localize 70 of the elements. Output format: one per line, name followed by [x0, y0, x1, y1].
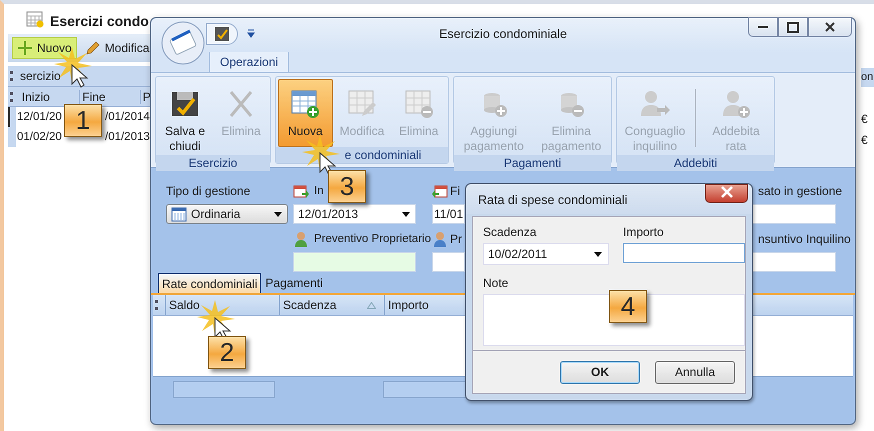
field-label: Pr	[450, 232, 462, 246]
field-label: Scadenza	[483, 225, 538, 239]
field-label: Note	[483, 276, 510, 290]
ribbon-button[interactable]: Salva e chiudi	[158, 79, 212, 155]
table-minus-icon	[402, 88, 435, 120]
input-field[interactable]	[623, 243, 745, 263]
dropdown-arrow-icon	[247, 29, 255, 39]
maximize-icon	[787, 22, 799, 32]
floppy-check-icon	[213, 25, 231, 43]
person-icon	[293, 231, 309, 247]
field-label: Importo	[623, 225, 665, 239]
step-number-badge: 2	[208, 336, 246, 369]
field-label: In	[314, 185, 324, 197]
field-label: Preventivo Proprietario	[314, 233, 431, 245]
minimize-button[interactable]	[748, 17, 778, 37]
field-label: sato in gestione	[758, 184, 842, 198]
tab[interactable]: Rate condominiali	[158, 273, 262, 293]
minimize-icon	[758, 26, 768, 28]
input-field[interactable]: 11/01	[432, 204, 465, 224]
dropdown-field[interactable]: Ordinaria	[166, 204, 288, 224]
field-label: nsuntivo Inquilino	[758, 232, 851, 246]
caret-icon	[402, 212, 410, 216]
close-button[interactable]	[808, 17, 852, 37]
close-icon	[825, 22, 835, 32]
column-header: sercizio	[20, 69, 61, 83]
toolbar-button[interactable]: Nuovo	[12, 37, 77, 59]
column-header[interactable]: Scadenza	[279, 295, 384, 315]
table-cell-text: 12/01/20	[17, 111, 63, 123]
caret-icon	[274, 212, 282, 216]
group-label: Addebiti	[617, 155, 774, 171]
close-icon	[720, 186, 734, 198]
close-button[interactable]	[705, 184, 748, 203]
input-field[interactable]	[293, 252, 416, 272]
input-field[interactable]	[432, 252, 465, 272]
ok-button[interactable]: OK	[560, 360, 640, 384]
dropdown-field[interactable]: 10/02/2011	[483, 243, 609, 265]
ribbon-tab[interactable]: Operazioni	[209, 50, 290, 72]
group-label: Esercizio	[156, 155, 270, 171]
window-title: Esercizio condominiale	[438, 27, 568, 41]
maximize-button[interactable]	[778, 17, 808, 37]
field-label: Tipo di gestione	[166, 184, 250, 198]
table-cell: /01/2014	[105, 111, 150, 123]
text-area[interactable]	[483, 294, 745, 346]
cancel-button[interactable]: Annulla	[655, 360, 735, 384]
field-label: Fi	[450, 184, 460, 198]
person-plus-icon	[720, 88, 752, 120]
step-number-badge: 4	[609, 290, 647, 323]
calendar-icon	[171, 206, 187, 222]
pencil-icon	[84, 40, 101, 56]
window-title: Rata di spese condominiali	[478, 193, 628, 207]
step-number-badge: 1	[64, 104, 102, 137]
table-cell-text: €	[861, 132, 869, 149]
dropdown-field[interactable]: 12/01/2013	[293, 204, 416, 224]
calendar-icon	[26, 10, 44, 28]
tab[interactable]: Pagamenti	[261, 273, 327, 293]
table-cell-text: €	[861, 111, 869, 128]
column-header[interactable]: P	[140, 90, 154, 104]
step-number-badge: 3	[328, 170, 366, 203]
table-cell: /01/2013	[105, 131, 150, 143]
person-icon	[432, 231, 448, 247]
group-label: Pagamenti	[454, 155, 611, 171]
window-title: Esercizi condo	[50, 13, 149, 29]
ribbon-button[interactable]: Nuova	[278, 79, 333, 147]
table-cell-text: 01/02/20	[17, 131, 63, 143]
caret-icon	[594, 252, 602, 256]
column-header: on	[861, 68, 874, 87]
table-plus-icon	[289, 88, 322, 120]
toolbar-button[interactable]: Modifica	[80, 37, 154, 59]
quick-access-button[interactable]	[206, 23, 238, 45]
plus-icon	[17, 40, 33, 56]
